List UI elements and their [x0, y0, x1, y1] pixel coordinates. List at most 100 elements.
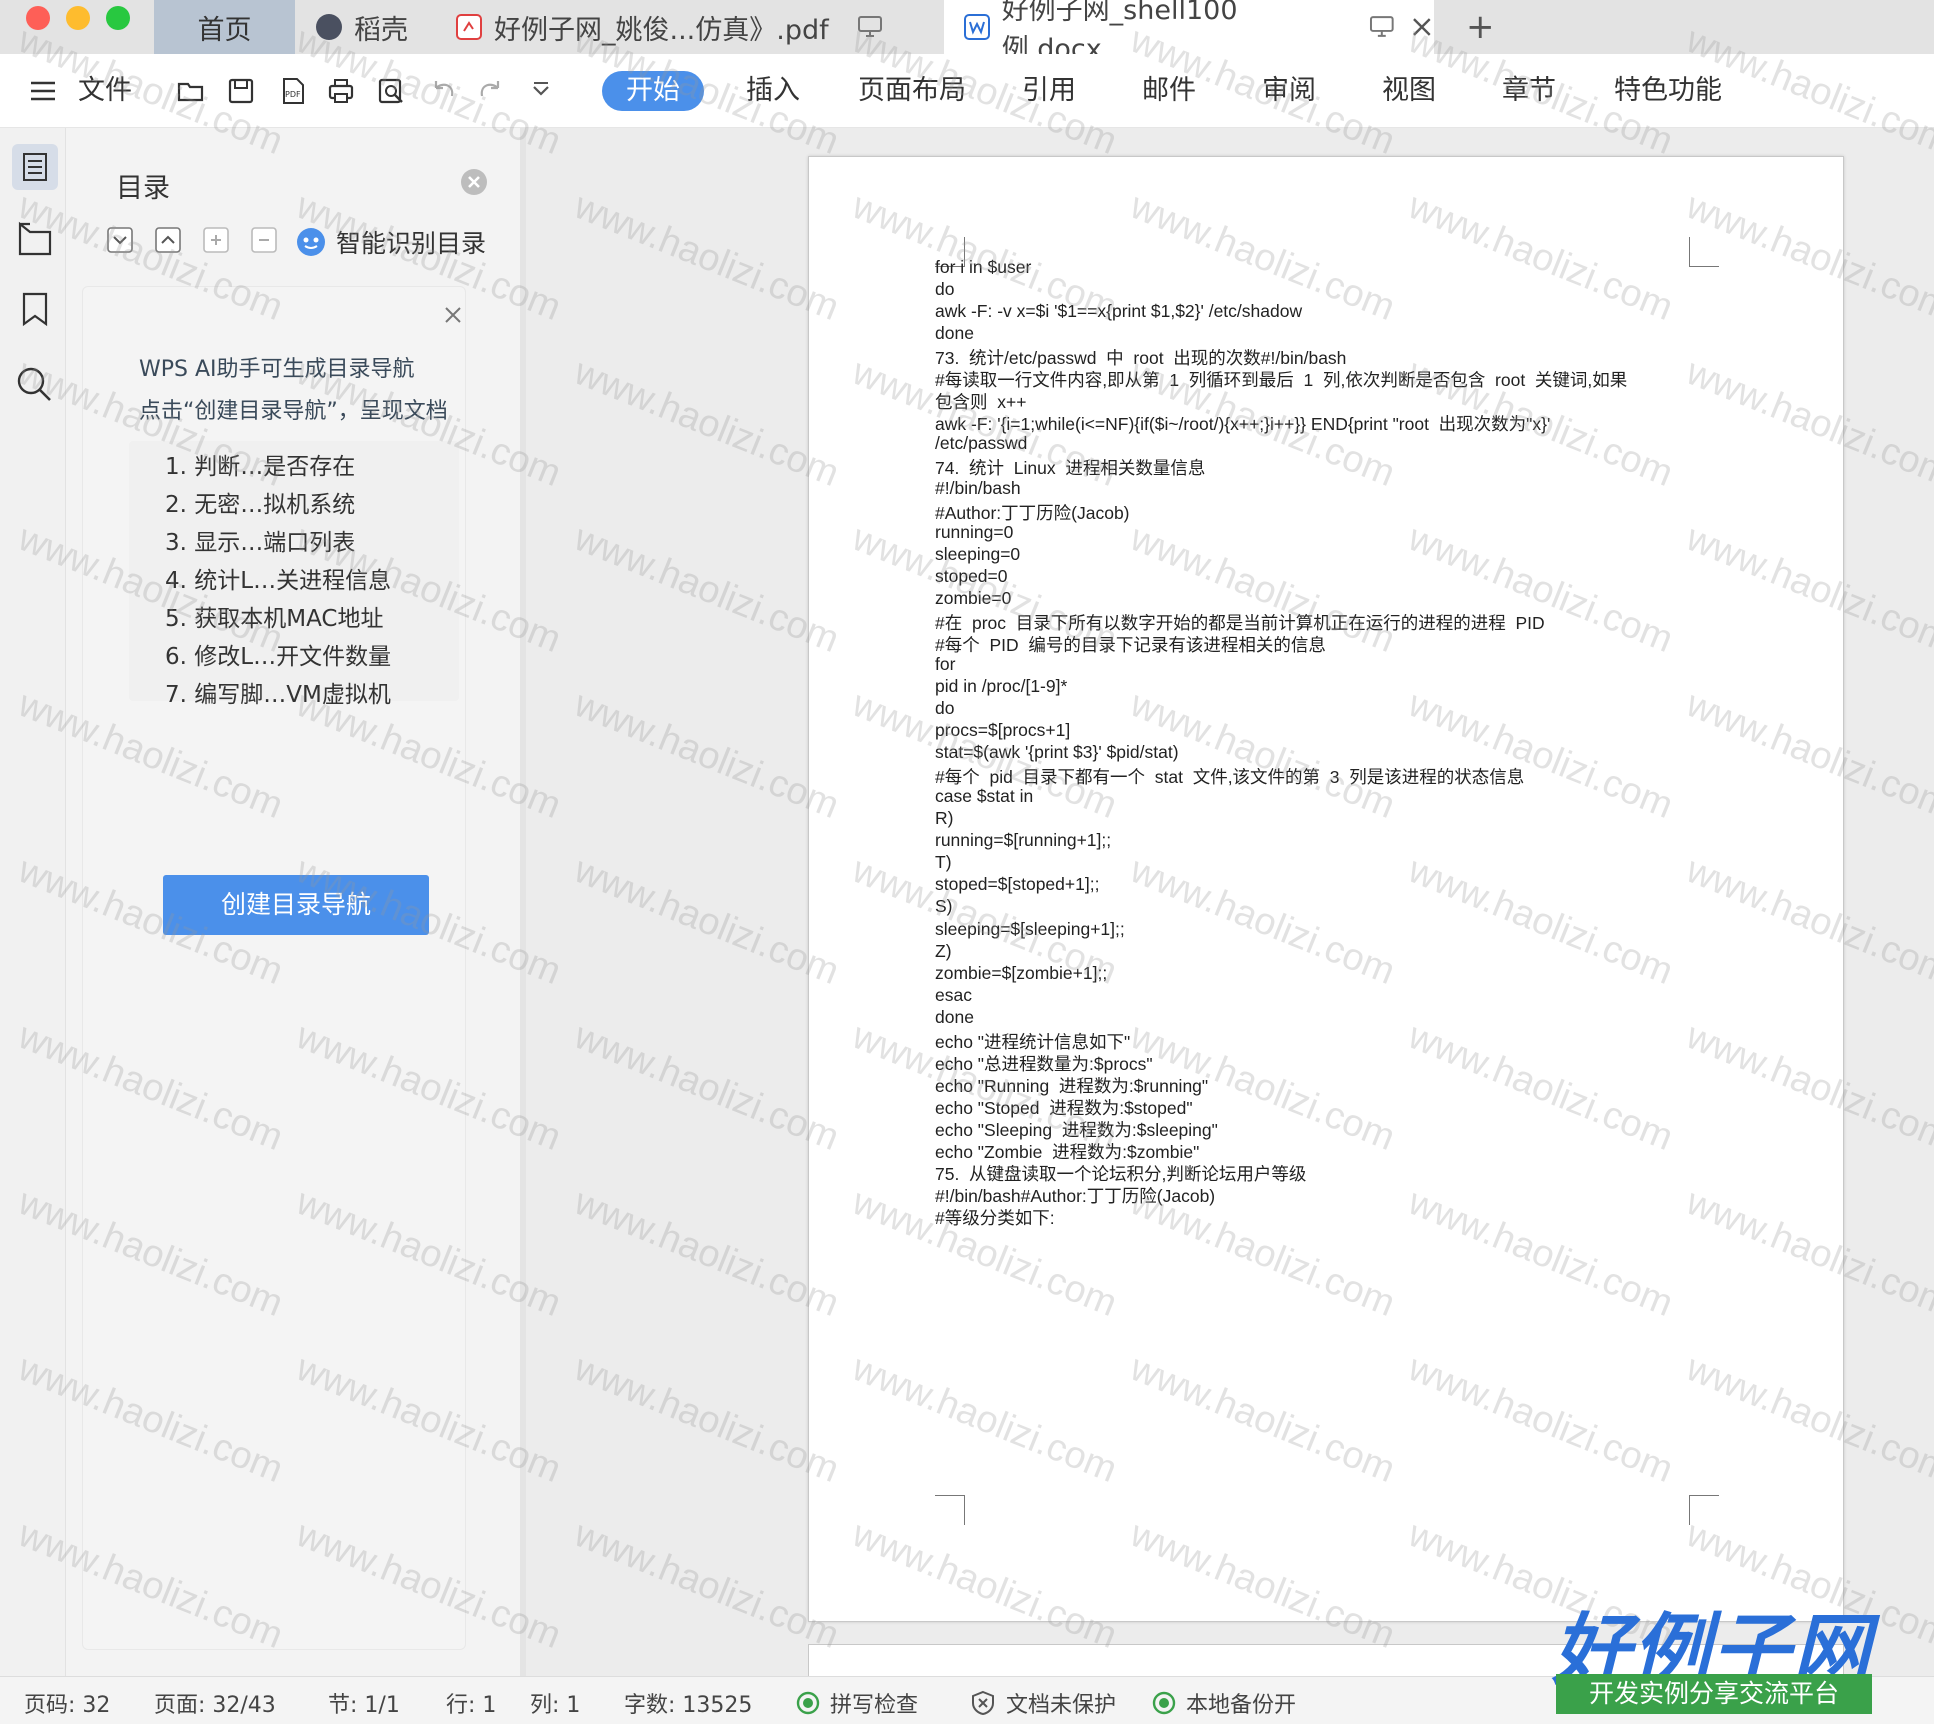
document-line: zombie=$[zombie+1];;: [935, 962, 1108, 983]
status-words[interactable]: 字数: 13525: [624, 1687, 752, 1719]
menu-view[interactable]: 视图: [1382, 71, 1436, 111]
ai-tip-line2: 点击“创建目录导航”，呈现文档: [139, 399, 448, 424]
margin-mark: [1689, 1495, 1719, 1525]
document-line: T): [935, 852, 952, 873]
menu-special[interactable]: 特色功能: [1614, 71, 1722, 111]
document-line: do: [935, 698, 955, 718]
search-icon[interactable]: [14, 364, 54, 404]
document-line: for i in $user: [935, 257, 1032, 277]
document-line: case $stat in: [935, 786, 1034, 807]
backup-button[interactable]: 本地备份开: [1152, 1687, 1296, 1719]
toc-preview-item: 3. 显示…端口列表: [165, 530, 356, 556]
expand-down-icon[interactable]: [106, 226, 134, 254]
document-line: pid in /proc/[1-9]*: [935, 675, 1068, 696]
document-line: S): [935, 896, 953, 917]
print-icon[interactable]: [326, 76, 356, 106]
redo-icon[interactable]: [476, 76, 506, 106]
document-line: Z): [935, 940, 952, 961]
margin-mark: [935, 1495, 965, 1525]
add-level-icon[interactable]: [202, 226, 230, 254]
file-menu[interactable]: 文件: [78, 71, 132, 111]
document-page[interactable]: for i in $user do awk -F: -v x=$i '$1==x{p…: [808, 156, 1844, 1622]
menu-review[interactable]: 审阅: [1262, 71, 1316, 111]
check-circle-icon: [796, 1691, 820, 1715]
margin-mark: [1689, 237, 1719, 267]
close-panel-icon[interactable]: [460, 168, 488, 196]
spell-check-label: 拼写检查: [830, 1693, 919, 1718]
document-line: R): [935, 808, 954, 829]
create-toc-button[interactable]: 创建目录导航: [163, 875, 429, 935]
doc-protect-button[interactable]: 文档未保护: [970, 1687, 1116, 1719]
close-tab-icon[interactable]: [1410, 15, 1434, 39]
remove-level-icon[interactable]: [250, 226, 278, 254]
monitor-icon[interactable]: [857, 15, 883, 39]
print-preview-icon[interactable]: [376, 76, 406, 106]
tab-home[interactable]: 首页: [154, 0, 295, 54]
bookmark-icon[interactable]: [18, 290, 52, 328]
status-page[interactable]: 页面: 32/43: [154, 1687, 276, 1719]
status-col: 列: 1: [530, 1693, 581, 1718]
chevron-down-icon[interactable]: [526, 76, 556, 106]
outline-icon: [23, 153, 47, 181]
menu-chapter[interactable]: 章节: [1502, 71, 1556, 111]
toc-panel: 目录 智能识别目录 WPS AI助手可生成目录导航 点击“创建目录导航”，呈现文…: [66, 128, 526, 1676]
document-line: sleeping=$[sleeping+1];;: [935, 918, 1125, 939]
document-line: /etc/passwd: [935, 433, 1028, 454]
shield-icon: [972, 1690, 994, 1716]
chapter-nav-icon[interactable]: [16, 220, 54, 258]
tab-pdf-label: 好例子网_姚俊...仿真》.pdf: [494, 14, 829, 46]
toc-preview-item: 1. 判断…是否存在: [165, 454, 356, 480]
site-logo: 好例子网 开发实例分享交流平台: [1552, 1588, 1872, 1718]
save-icon[interactable]: [226, 76, 256, 106]
document-line: stoped=0: [935, 565, 1008, 586]
tab-daoke-label: 稻壳: [354, 14, 408, 46]
document-line: awk -F: -v x=$i '$1==x{print $1,$2}' /et…: [935, 301, 1303, 322]
tab-home-label: 首页: [197, 14, 252, 46]
open-folder-icon[interactable]: [176, 76, 206, 106]
ai-icon: [297, 228, 325, 256]
close-window-button[interactable]: [26, 6, 50, 30]
status-page-code: 页码: 32: [24, 1693, 111, 1718]
zoom-window-button[interactable]: [106, 6, 130, 30]
tab-pdf[interactable]: 好例子网_姚俊...仿真》.pdf: [424, 0, 944, 54]
title-bar: 首页 稻壳 好例子网_姚俊...仿真》.pdf 好例子网_shell100例.d…: [0, 0, 1934, 65]
left-sidebar: [0, 128, 66, 1676]
logo-subtitle: 开发实例分享交流平台: [1556, 1674, 1872, 1714]
tab-daoke[interactable]: 稻壳: [316, 0, 408, 54]
document-line: running=$[running+1];;: [935, 830, 1112, 851]
daoke-icon: [316, 14, 342, 40]
undo-icon[interactable]: [428, 76, 458, 106]
document-line: #每读取一行文件内容,即从第 1 列循环到最后 1 列,依次判断是否包含 roo…: [935, 370, 1628, 391]
document-line: #等级分类如下:: [935, 1208, 1055, 1229]
document-line: #每个 PID 编号的目录下记录有该进程相关的信息: [935, 634, 1326, 655]
menu-start[interactable]: 开始: [602, 71, 704, 111]
document-canvas[interactable]: for i in $user do awk -F: -v x=$i '$1==x{p…: [526, 128, 1934, 1676]
menu-insert[interactable]: 插入: [746, 71, 800, 111]
outline-panel-button[interactable]: [12, 144, 58, 190]
hamburger-menu-icon[interactable]: [28, 76, 58, 106]
export-pdf-icon[interactable]: PDF: [278, 76, 308, 106]
new-tab-button[interactable]: +: [1466, 0, 1495, 54]
menu-page-layout[interactable]: 页面布局: [858, 71, 966, 111]
menu-mail[interactable]: 邮件: [1142, 71, 1196, 111]
toc-title: 目录: [116, 173, 170, 204]
smart-toc-button[interactable]: 智能识别目录: [296, 224, 486, 260]
pdf-file-icon: [456, 14, 482, 40]
menu-references[interactable]: 引用: [1022, 71, 1076, 111]
toc-preview-item: 5. 获取本机MAC地址: [165, 606, 384, 632]
spell-check-button[interactable]: 拼写检查: [796, 1687, 918, 1719]
close-card-icon[interactable]: [443, 305, 463, 325]
minimize-window-button[interactable]: [66, 6, 90, 30]
document-line: #!/bin/bash: [935, 477, 1021, 498]
check-circle-icon: [1152, 1691, 1176, 1715]
collapse-up-icon[interactable]: [154, 226, 182, 254]
tab-docx[interactable]: 好例子网_shell100例.docx: [944, 0, 1434, 65]
toc-preview-item: 7. 编写脚…VM虚拟机: [165, 682, 391, 708]
svg-text:PDF: PDF: [285, 90, 301, 99]
toc-preview-item: 2. 无密…拟机系统: [165, 492, 356, 518]
status-row: 行: 1: [446, 1693, 497, 1718]
docx-file-icon: [964, 14, 990, 40]
monitor-icon[interactable]: [1369, 15, 1395, 39]
ai-tip-line1: WPS AI助手可生成目录导航: [139, 357, 415, 382]
document-line: sleeping=0: [935, 543, 1021, 564]
